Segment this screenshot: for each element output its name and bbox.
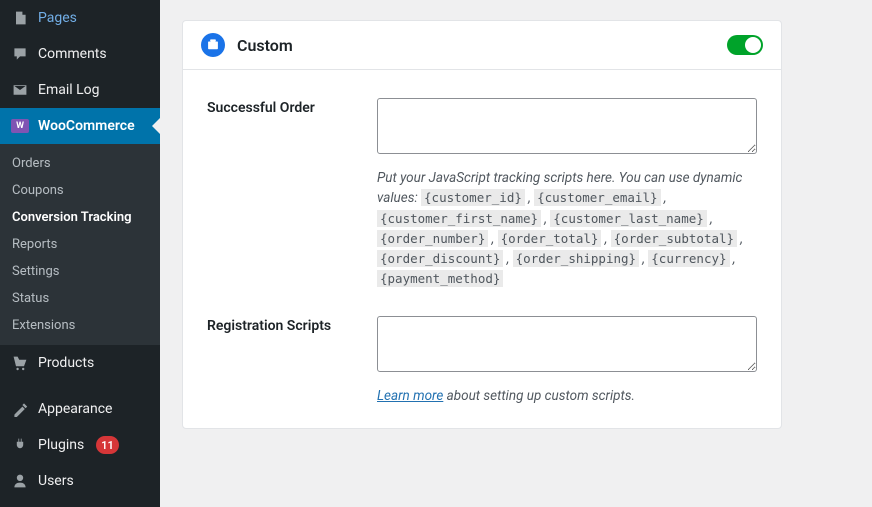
dynamic-token: {customer_email} [534,189,660,206]
email-icon [10,80,30,100]
card-body: Successful Order Put your JavaScript tra… [183,70,781,428]
dynamic-token: {order_subtotal} [611,230,737,247]
sidebar-item-comments[interactable]: Comments [0,36,160,72]
learn-more-link[interactable]: Learn more [377,388,443,404]
successful-order-help: Put your JavaScript tracking scripts her… [377,168,757,290]
comments-icon [10,44,30,64]
users-icon [10,471,30,491]
successful-order-textarea[interactable] [377,98,757,154]
dynamic-token: {payment_method} [377,270,503,287]
appearance-icon [10,399,30,419]
main-content: Custom Successful Order Put your JavaScr… [160,0,872,507]
pages-icon [10,8,30,28]
custom-tracking-card: Custom Successful Order Put your JavaScr… [182,20,782,429]
sidebar-label: Users [38,473,74,489]
dynamic-token: {customer_last_name} [550,210,707,227]
registration-scripts-textarea[interactable] [377,316,757,372]
plugins-badge: 11 [96,436,119,454]
admin-sidebar: Pages Comments Email Log W WooCommerce O… [0,0,160,507]
registration-scripts-help: Learn more about setting up custom scrip… [377,386,757,406]
sidebar-label: Plugins [38,437,84,453]
sidebar-item-users[interactable]: Users [0,463,160,499]
sidebar-item-woocommerce[interactable]: W WooCommerce [0,108,160,144]
successful-order-label: Successful Order [207,98,377,290]
sidebar-item-pages[interactable]: Pages [0,0,160,36]
help-suffix: about setting up custom scripts. [443,388,635,404]
sidebar-label: Appearance [38,401,112,417]
sidebar-label: Comments [38,46,107,62]
dynamic-token: {order_discount} [377,250,503,267]
dynamic-token: {order_number} [377,230,488,247]
submenu-coupons[interactable]: Coupons [0,177,160,204]
submenu-extensions[interactable]: Extensions [0,312,160,339]
dynamic-token: {order_total} [498,230,602,247]
products-icon [10,353,30,373]
dynamic-token: {customer_first_name} [377,210,541,227]
enable-toggle[interactable] [727,35,763,55]
submenu-status[interactable]: Status [0,285,160,312]
submenu-settings[interactable]: Settings [0,258,160,285]
sidebar-item-email-log[interactable]: Email Log [0,72,160,108]
submenu-orders[interactable]: Orders [0,150,160,177]
sidebar-label: WooCommerce [38,118,135,134]
registration-scripts-row: Registration Scripts Learn more about se… [207,316,757,406]
dynamic-token: {customer_id} [421,189,525,206]
dynamic-token: {currency} [648,250,729,267]
registration-scripts-label: Registration Scripts [207,316,377,406]
successful-order-row: Successful Order Put your JavaScript tra… [207,98,757,290]
card-title: Custom [237,36,727,55]
sidebar-item-plugins[interactable]: Plugins 11 [0,427,160,463]
card-header: Custom [183,21,781,70]
woocommerce-icon: W [10,116,30,136]
dynamic-token: {order_shipping} [513,250,639,267]
sidebar-item-products[interactable]: Products [0,345,160,381]
sidebar-item-appearance[interactable]: Appearance [0,391,160,427]
custom-script-icon [201,33,225,57]
sidebar-label: Pages [38,10,77,26]
submenu-reports[interactable]: Reports [0,231,160,258]
sidebar-label: Email Log [38,82,100,98]
submenu-conversion-tracking[interactable]: Conversion Tracking [0,204,160,231]
woocommerce-submenu: Orders Coupons Conversion Tracking Repor… [0,144,160,345]
plugins-icon [10,435,30,455]
sidebar-label: Products [38,355,94,371]
